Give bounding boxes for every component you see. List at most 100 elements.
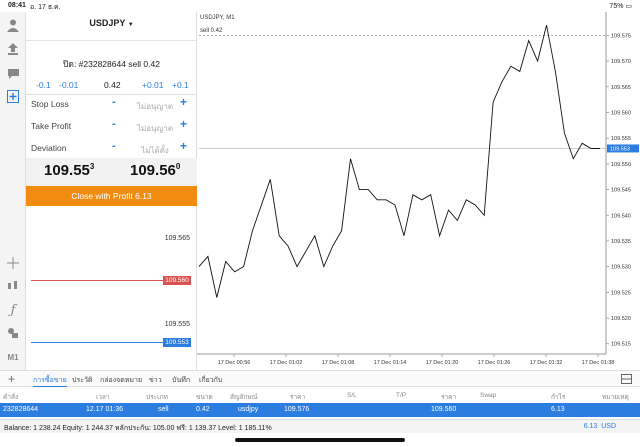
deviation-value[interactable]: ไม่ได้ตั้ง <box>130 144 180 157</box>
y-tick-label: 109.575 <box>611 33 631 39</box>
objects-icon[interactable] <box>5 325 21 341</box>
home-indicator <box>235 438 405 442</box>
symbol-selector[interactable]: USDJPY ▼ <box>26 18 197 28</box>
x-tick-label: 17 Dec 01:38 <box>582 360 615 366</box>
tab-news[interactable]: ข่าว <box>149 375 162 386</box>
quote-box: 109.553 109.560 <box>26 158 197 186</box>
chat-icon[interactable] <box>5 65 21 81</box>
battery-indicator: 75% ▭ <box>609 3 632 10</box>
col-swap: Swap <box>480 392 497 399</box>
layout-icon[interactable] <box>621 374 632 386</box>
indicators-icon[interactable] <box>5 278 21 294</box>
table-row[interactable]: 232828644 12.17 01:36 sell 0.42 usdjpy 1… <box>0 403 640 417</box>
volume-minus-big-button[interactable]: -0.1 <box>36 80 51 90</box>
y-tick-label: 109.555 <box>611 136 631 142</box>
crosshair-icon[interactable] <box>5 255 21 271</box>
x-tick-label: 17 Dec 01:32 <box>530 360 563 366</box>
y-tick-label: 109.540 <box>611 213 631 219</box>
col-tp: T/P <box>396 392 407 399</box>
y-tick-label: 109.550 <box>611 162 631 168</box>
y-tick-label: 109.565 <box>611 85 631 91</box>
status-bar: 08:41 อ. 17 ธ.ค. 75% ▭ <box>0 0 640 12</box>
x-tick-label: 17 Dec 01:08 <box>322 360 355 366</box>
y-tick-label: 109.520 <box>611 316 631 322</box>
cell-symbol: usdjpy <box>238 406 259 413</box>
new-order-icon[interactable] <box>5 88 21 104</box>
current-price-tag-label: 109.553 <box>610 146 630 152</box>
open-price-tag: 109.560 <box>163 276 191 285</box>
col-time: เวลา <box>96 394 110 401</box>
volume-plus-small-button[interactable]: +0.01 <box>142 80 164 90</box>
cell-type: sell <box>158 406 169 413</box>
price-label-565: 109.565 <box>164 235 190 242</box>
deviation-plus-button[interactable]: + <box>180 139 187 153</box>
tab-journal[interactable]: บันทึก <box>172 375 190 386</box>
deviation-minus-button[interactable]: - <box>112 140 116 152</box>
price-chart[interactable]: USDJPY, M1 sell 0.42 109.575 109.570 109.5… <box>197 12 640 370</box>
share-icon[interactable] <box>5 41 21 57</box>
chart-svg[interactable]: 109.575 109.570 109.565 109.560 109.555 109.5… <box>197 12 640 370</box>
volume-plus-big-button[interactable]: +0.1 <box>172 80 189 90</box>
volume-value[interactable]: 0.42 <box>104 80 121 90</box>
account-summary: Balance: 1 238.24 Equity: 1 244.37 หลักป… <box>0 419 640 433</box>
stop-loss-value[interactable]: ไม่อนุญาต <box>130 100 180 113</box>
stop-loss-plus-button[interactable]: + <box>180 95 187 109</box>
stop-loss-label: Stop Loss <box>31 99 69 109</box>
y-tick-label: 109.545 <box>611 188 631 194</box>
order-info: ปิด: #232828644 sell 0.42 <box>63 59 160 69</box>
take-profit-plus-button[interactable]: + <box>180 117 187 131</box>
current-price-line <box>31 342 164 343</box>
close-with-profit-button[interactable]: Close with Profit 6.13 <box>26 186 197 206</box>
current-price-tag: 109.553 <box>163 338 191 347</box>
chevron-down-icon: ▼ <box>127 22 134 28</box>
cell-price: 109.576 <box>284 406 310 413</box>
y-tick-label: 109.535 <box>611 239 631 245</box>
x-tick-label: 17 Dec 01:02 <box>270 360 303 366</box>
col-comment: หมายเหตุ <box>602 394 629 401</box>
x-tick-label: 17 Dec 00:56 <box>218 360 251 366</box>
order-panel: USDJPY ▼ ปิด: #232828644 sell 0.42 -0.1 … <box>26 12 197 370</box>
volume-minus-small-button[interactable]: -0.01 <box>59 80 78 90</box>
status-time: 08:41 <box>8 2 26 9</box>
col-sl: S/L <box>347 392 357 399</box>
tab-history[interactable]: ประวัติ <box>72 375 92 386</box>
col-size: ขนาด <box>196 394 213 401</box>
total-profit: 6.13 USD <box>583 423 616 430</box>
balance-summary: Balance: 1 238.24 Equity: 1 244.37 หลักป… <box>4 425 272 432</box>
cell-order: 232828644 <box>3 406 39 413</box>
bid-price: 109.553 <box>44 162 95 179</box>
function-icon[interactable]: ƒ <box>5 302 21 318</box>
tab-mailbox[interactable]: กล่องจดหมาย <box>100 375 142 386</box>
person-icon[interactable] <box>5 17 21 33</box>
divider <box>26 40 197 41</box>
timeframe-label[interactable]: M1 <box>5 349 21 365</box>
table-header: คำสั่ง เวลา ประเภท ขนาด สัญลักษณ์ ราคา S… <box>0 387 640 403</box>
tab-trade[interactable]: การซื้อขาย <box>33 375 67 387</box>
col-symbol: สัญลักษณ์ <box>230 394 258 401</box>
stop-loss-minus-button[interactable]: - <box>112 96 116 108</box>
cell-size: 0.42 <box>196 406 210 413</box>
deviation-label: Deviation <box>31 143 67 153</box>
col-profit: กำไร <box>551 394 566 401</box>
take-profit-value[interactable]: ไม่อนุญาต <box>130 122 180 135</box>
open-price-line <box>31 280 164 281</box>
divider <box>26 94 197 95</box>
y-tick-label: 109.570 <box>611 59 631 65</box>
col-price: ราคา <box>290 394 306 401</box>
ask-price: 109.560 <box>130 162 181 179</box>
x-tick-label: 17 Dec 01:26 <box>478 360 511 366</box>
col-order: คำสั่ง <box>3 394 19 401</box>
take-profit-label: Take Profit <box>31 121 72 131</box>
add-icon[interactable]: + <box>8 372 15 386</box>
bottom-tab-bar: + การซื้อขาย ประวัติ กล่องจดหมาย ข่าว บั… <box>0 370 640 387</box>
price-series-line <box>198 24 600 298</box>
cell-time: 12.17 01:36 <box>86 406 123 413</box>
take-profit-minus-button[interactable]: - <box>112 118 116 130</box>
cell-price-current: 109.560 <box>431 406 457 413</box>
y-tick-label: 109.525 <box>611 290 631 296</box>
col-price-current: ราคา <box>441 394 457 401</box>
tab-about[interactable]: เกี่ยวกับ <box>199 375 222 386</box>
x-tick-label: 17 Dec 01:14 <box>374 360 407 366</box>
left-toolbar: ƒ M1 <box>0 12 26 370</box>
y-tick-label: 109.560 <box>611 110 631 116</box>
